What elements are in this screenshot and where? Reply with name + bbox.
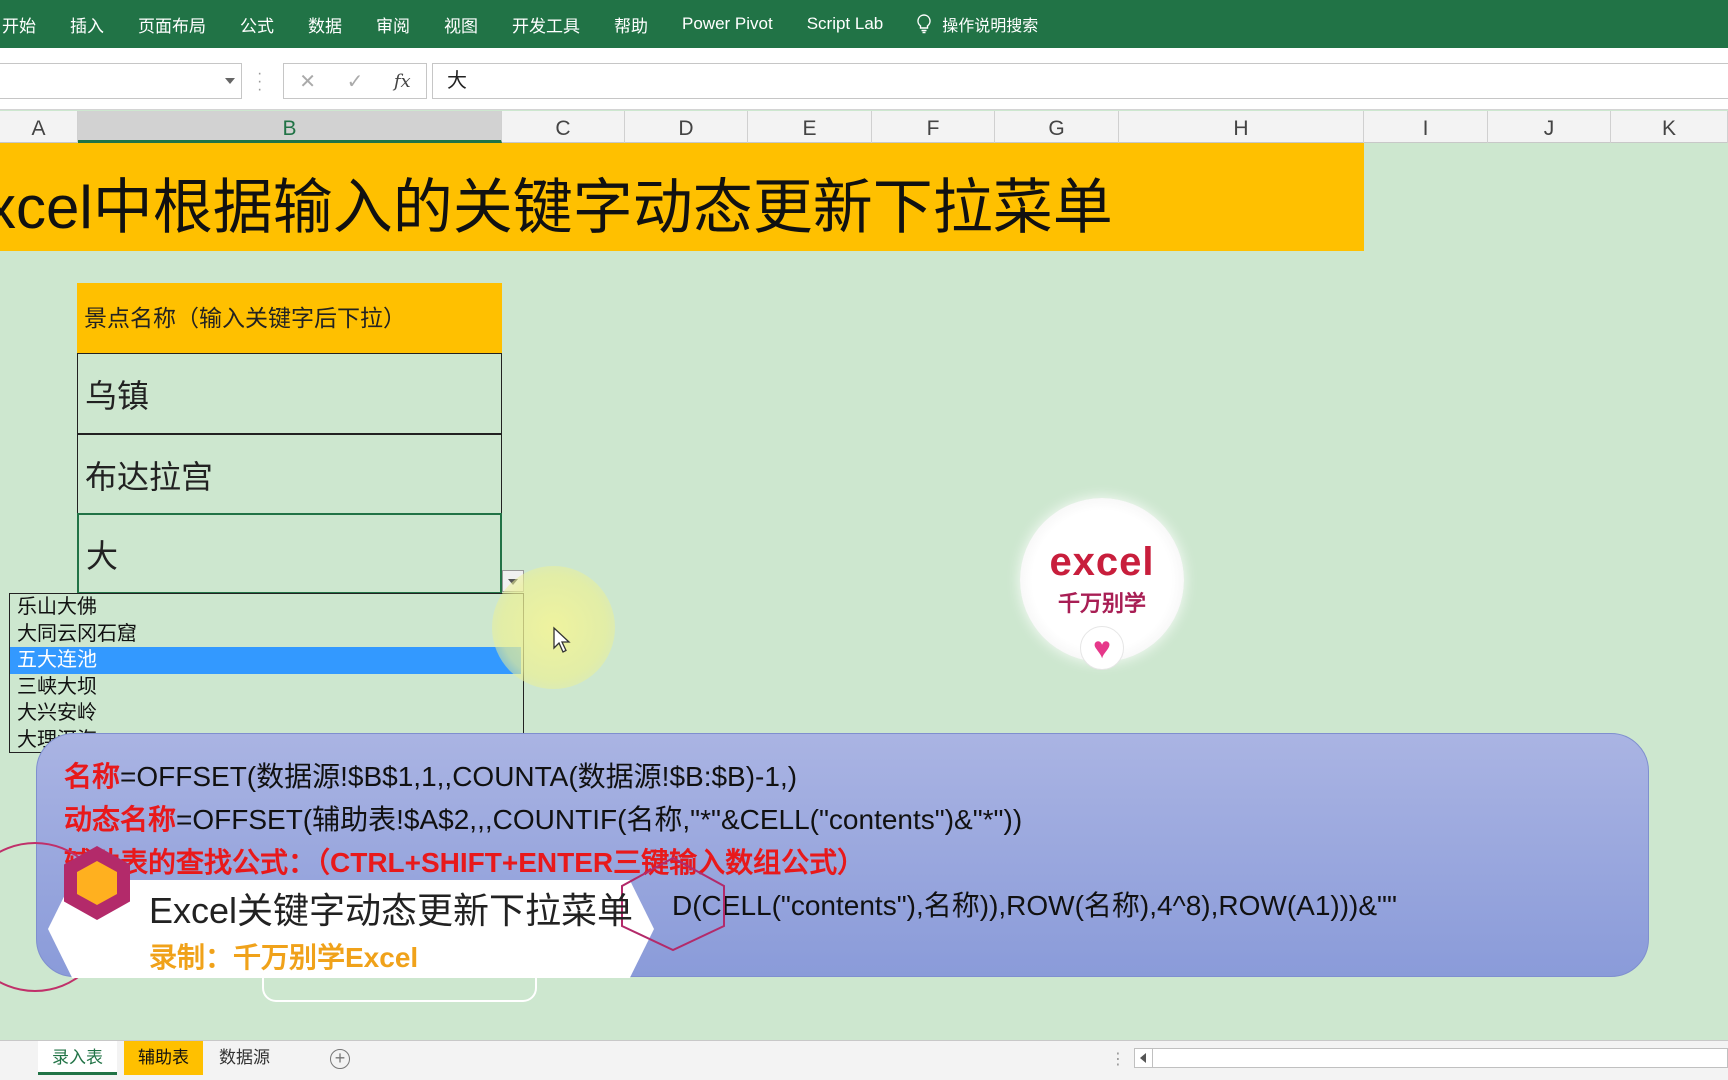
tab-view[interactable]: 视图 [427,12,495,37]
formula-label: 辅助表的查找公式：（CTRL+SHIFT+ENTER三键输入数组公式） [64,847,866,878]
scroll-left-icon[interactable] [1135,1049,1153,1067]
page-title: xcel中根据输入的关键字动态更新下拉菜单 [0,174,1113,241]
tab-power-pivot[interactable]: Power Pivot [665,14,790,34]
formula-text: =OFFSET(辅助表!$A$2,,,COUNTIF(名称,"*"&CELL("… [176,804,1023,835]
caption-banner-frame [262,972,537,1002]
formula-line-4: D(CELL("contents"),名称)),ROW(名称),4^8),ROW… [672,884,1397,924]
formula-line-1: 名称=OFFSET(数据源!$B$1,1,,COUNTA(数据源!$B:$B)-… [64,755,797,795]
enter-icon[interactable]: ✓ [347,69,364,94]
table-cell[interactable]: 乌镇 [77,353,502,434]
caption-subtitle: 录制：千万别学Excel [149,942,419,973]
tab-script-lab[interactable]: Script Lab [790,14,901,34]
column-header-b[interactable]: B [78,111,502,143]
mouse-pointer-icon [553,626,571,653]
dropdown-option[interactable]: 大兴安岭 [10,700,521,727]
excel-logo-badge: excel 千万别学 ♥ [1020,498,1184,670]
column-header-f[interactable]: F [872,111,995,143]
formula-line-2: 动态名称=OFFSET(辅助表!$A$2,,,COUNTIF(名称,"*"&CE… [64,798,1022,838]
tab-developer[interactable]: 开发工具 [495,12,597,37]
splitter-dots-icon[interactable]: · · · [257,66,262,98]
table-header-cell[interactable]: 景点名称（输入关键字后下拉） [77,283,502,353]
sheet-tab-source[interactable]: 数据源 [205,1041,284,1075]
ribbon: 开始 插入 页面布局 公式 数据 审阅 视图 开发工具 帮助 Power Piv… [0,0,1728,48]
column-header-k[interactable]: K [1611,111,1728,143]
tab-page-layout[interactable]: 页面布局 [121,12,223,37]
formula-text: D(CELL("contents"),名称)),ROW(名称),4^8),ROW… [672,890,1397,921]
badge-line2: 千万别学 [1057,591,1146,616]
formula-line-3: 辅助表的查找公式：（CTRL+SHIFT+ENTER三键输入数组公式） [64,841,865,881]
heart-icon: ♥ [1080,626,1124,670]
column-header-j[interactable]: J [1488,111,1611,143]
insert-function-icon[interactable]: fx [394,71,411,92]
tab-help[interactable]: 帮助 [597,12,665,37]
dropdown-option[interactable]: 乐山大佛 [10,594,521,621]
table-cell[interactable]: 布达拉宫 [77,434,502,515]
lightbulb-icon [917,14,931,34]
sheet-tab-bar: 录入表 辅助表 数据源 + ⋮ [0,1040,1728,1080]
column-headers: A B C D E F G H I J K [0,111,1728,143]
column-header-i[interactable]: I [1364,111,1488,143]
column-header-e[interactable]: E [748,111,872,143]
horizontal-scrollbar[interactable] [1134,1048,1728,1068]
cancel-icon[interactable]: ✕ [299,69,316,94]
tab-formulas[interactable]: 公式 [223,12,291,37]
sheet-tab-helper[interactable]: 辅助表 [124,1041,203,1075]
tab-data[interactable]: 数据 [291,12,359,37]
validation-dropdown-list: 乐山大佛 大同云冈石窟 五大连池 三峡大坝 大兴安岭 大理洱海 [9,593,524,753]
active-cell[interactable]: 大 [77,513,502,594]
column-header-a[interactable]: A [0,111,78,143]
add-sheet-icon[interactable]: + [330,1049,350,1069]
tab-review[interactable]: 审阅 [359,12,427,37]
column-header-d[interactable]: D [625,111,748,143]
column-header-g[interactable]: G [995,111,1119,143]
sheet-tab-entry[interactable]: 录入表 [38,1041,117,1075]
formula-buttons: ✕ ✓ fx [283,63,427,99]
tab-insert[interactable]: 插入 [53,12,121,37]
dropdown-option-selected[interactable]: 五大连池 [10,647,521,674]
title-cell[interactable]: xcel中根据输入的关键字动态更新下拉菜单 [0,143,1364,251]
caption-title: Excel关键字动态更新下拉菜单 [149,890,634,931]
chevron-down-icon[interactable] [225,78,235,84]
column-header-h[interactable]: H [1119,111,1364,143]
tell-me-search[interactable]: 操作说明搜索 [942,12,1038,36]
hexagon-outline-icon [621,856,725,952]
cell-value: 大 [86,537,119,574]
formula-text: =OFFSET(数据源!$B$1,1,,COUNTA(数据源!$B:$B)-1,… [120,761,798,792]
dropdown-option[interactable]: 大同云冈石窟 [10,621,521,648]
splitter-dots-icon[interactable]: ⋮ [1110,1049,1126,1069]
tab-home[interactable]: 开始 [0,12,53,37]
badge-line1: excel [1049,540,1155,584]
formula-bar: · · · ✕ ✓ fx 大 [0,48,1728,110]
dropdown-option[interactable]: 三峡大坝 [10,674,521,701]
cell-value: 布达拉宫 [85,458,214,495]
cell-value: 乌镇 [85,377,150,414]
formula-input[interactable]: 大 [432,63,1728,99]
formula-label: 名称 [64,761,121,792]
formula-label: 动态名称 [64,804,177,835]
name-box[interactable] [0,63,242,99]
column-header-c[interactable]: C [502,111,625,143]
